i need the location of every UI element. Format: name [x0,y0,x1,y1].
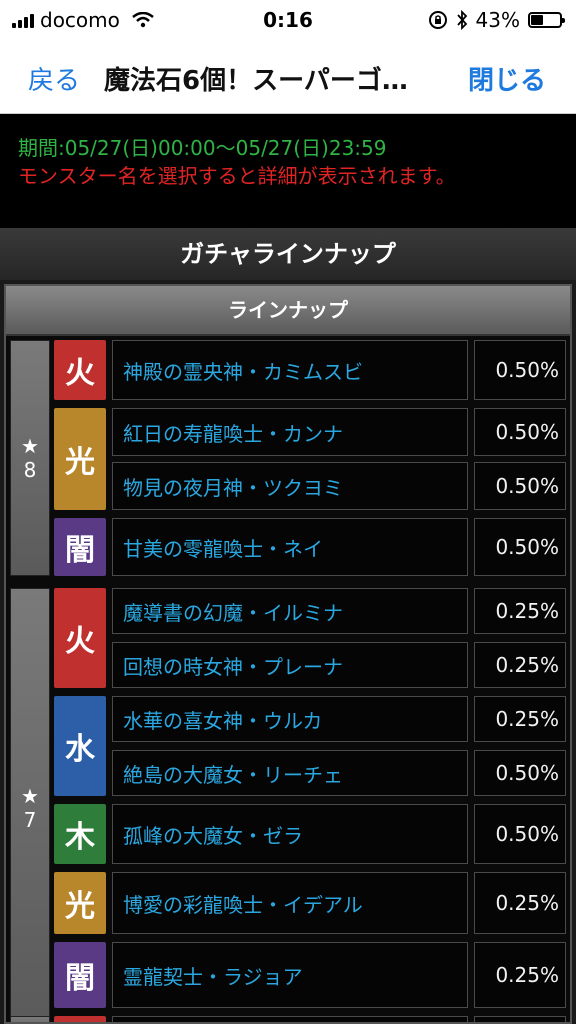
gacha-period: 期間:05/27(日)00:00〜05/27(日)23:59 [18,136,387,160]
drop-rate: 0.25% [474,872,566,934]
status-bar: docomo 0:16 43% [0,0,576,40]
lineup-row[interactable]: 絶島の大魔女・リーチェ 0.50% [112,750,570,796]
gacha-info: 期間:05/27(日)00:00〜05/27(日)23:59 モンスター名を選択… [18,134,568,190]
monster-name-link[interactable]: 孤峰の大魔女・ゼラ [112,804,468,864]
panel-title: ガチャラインナップ [0,228,576,280]
drop-rate: 0.25% [474,942,566,1008]
drop-rate: 0.50% [474,750,566,796]
drop-rate: 0.50% [474,408,566,456]
bluetooth-icon [456,10,467,30]
star-icon: ★ [21,784,39,808]
element-badge-light: 光 [54,872,106,934]
drop-rate: 0.50% [474,518,566,576]
rarity-value: 7 [23,808,37,832]
drop-rate: 0.50% [474,804,566,864]
monster-name-link[interactable]: 博愛の彩龍喚士・イデアル [112,872,468,934]
gacha-notice: モンスター名を選択すると詳細が表示されます。 [18,164,456,188]
lineup-row[interactable]: 霊龍契士・ラジョア 0.25% [112,942,570,1008]
monster-name-link[interactable]: 霊龍契士・ラジョア [112,942,468,1008]
close-button[interactable]: 閉じる [468,60,546,97]
lineup-table[interactable]: ラインナップ ★ 8 ★ 7 火 光 闇 火 水 木 光 闇 神殿の霊央神・カミ… [4,284,572,1024]
lineup-row-partial [112,1016,570,1022]
lineup-panel: ガチャラインナップ ラインナップ ★ 8 ★ 7 火 光 闇 火 水 木 光 闇… [0,228,576,1024]
monster-name-link[interactable]: 紅日の寿龍喚士・カンナ [112,408,468,456]
element-badge-fire: 火 [54,340,106,400]
monster-name-link [112,1016,468,1022]
star-icon: ★ [21,434,39,458]
lineup-row[interactable]: 回想の時女神・プレーナ 0.25% [112,642,570,688]
drop-rate: 0.25% [474,696,566,742]
lineup-row[interactable]: 魔導書の幻魔・イルミナ 0.25% [112,588,570,634]
rarity-group-7: ★ 7 [10,588,50,1022]
monster-name-link[interactable]: 回想の時女神・プレーナ [112,642,468,688]
lineup-row[interactable]: 甘美の零龍喚士・ネイ 0.50% [112,518,570,576]
monster-name-link[interactable]: 神殿の霊央神・カミムスビ [112,340,468,400]
lineup-row[interactable]: 博愛の彩龍喚士・イデアル 0.25% [112,872,570,934]
back-button[interactable]: 戻る [28,60,80,97]
element-badge-dark: 闇 [54,942,106,1008]
drop-rate: 0.25% [474,588,566,634]
rarity-group-8: ★ 8 [10,340,50,576]
rarity-value: 8 [23,458,37,482]
drop-rate: 0.25% [474,642,566,688]
monster-name-link[interactable]: 物見の夜月神・ツクヨミ [112,462,468,510]
orientation-lock-icon [428,11,447,29]
drop-rate: 0.50% [474,340,566,400]
monster-name-link[interactable]: 絶島の大魔女・リーチェ [112,750,468,796]
status-right: 43% [428,8,565,32]
monster-name-link[interactable]: 水華の喜女神・ウルカ [112,696,468,742]
element-badge-wood: 木 [54,804,106,864]
drop-rate: 0.50% [474,462,566,510]
battery-percent: 43% [475,8,520,32]
element-badge-dark: 闇 [54,518,106,576]
element-badge-water: 水 [54,696,106,796]
navigation-bar: 戻る 魔法石6個！スーパーゴ… 閉じる [0,40,576,114]
monster-name-link[interactable]: 魔導書の幻魔・イルミナ [112,588,468,634]
element-badge-light: 光 [54,408,106,510]
rarity-group-next [10,1016,50,1022]
element-badge-fire: 火 [54,588,106,688]
table-header: ラインナップ [6,286,570,336]
battery-icon [528,12,565,28]
lineup-row[interactable]: 孤峰の大魔女・ゼラ 0.50% [112,804,570,864]
lineup-row[interactable]: 水華の喜女神・ウルカ 0.25% [112,696,570,742]
lineup-row[interactable]: 紅日の寿龍喚士・カンナ 0.50% [112,408,570,456]
element-badge-partial [54,1016,106,1022]
lineup-row[interactable]: 神殿の霊央神・カミムスビ 0.50% [112,340,570,400]
lineup-row[interactable]: 物見の夜月神・ツクヨミ 0.50% [112,462,570,510]
monster-name-link[interactable]: 甘美の零龍喚士・ネイ [112,518,468,576]
page-title: 魔法石6個！スーパーゴ… [104,66,408,96]
drop-rate [474,1016,566,1022]
